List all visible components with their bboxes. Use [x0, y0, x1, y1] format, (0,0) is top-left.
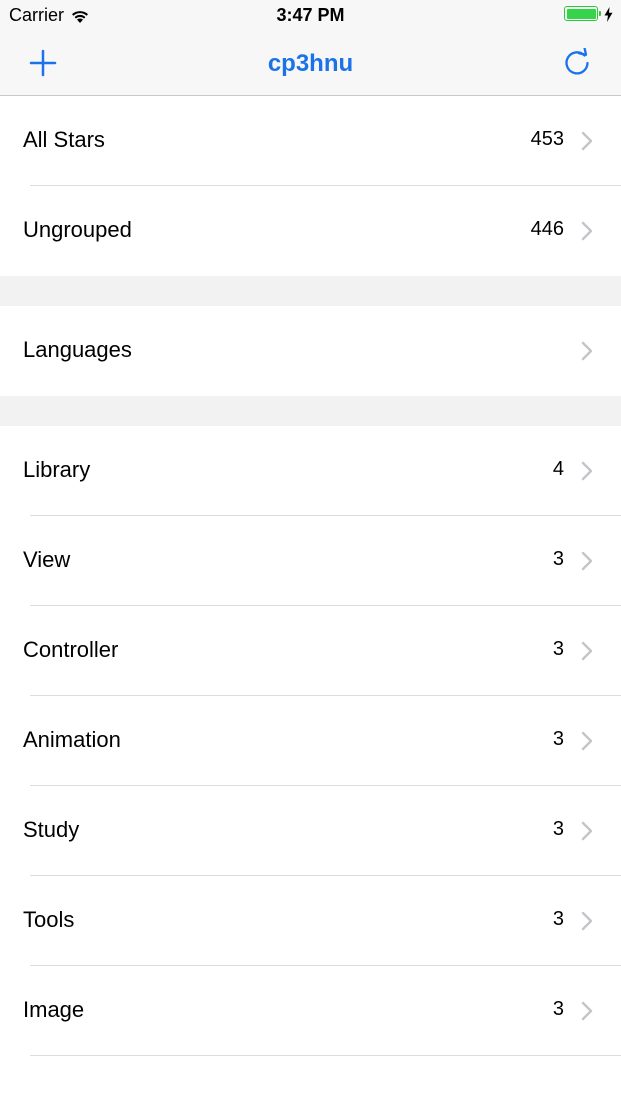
- list-item-label: Tools: [23, 907, 75, 932]
- list-item-label: Languages: [23, 337, 132, 362]
- list-item-label: Ungrouped: [23, 217, 132, 242]
- list-item[interactable]: All Stars 453: [0, 96, 621, 186]
- chevron-right-icon: [581, 731, 593, 751]
- groups-list: All Stars 453 Ungrouped 446 Languages Library…: [0, 96, 621, 1056]
- list-item[interactable]: Ungrouped 446: [0, 186, 621, 276]
- list-item-label: All Stars: [23, 127, 105, 152]
- refresh-button[interactable]: [562, 47, 592, 78]
- row-separator: [30, 1055, 621, 1056]
- list-item-count: 3: [552, 728, 564, 750]
- list-item-label: Library: [23, 457, 91, 482]
- list-item-count: 3: [552, 998, 564, 1020]
- list-item[interactable]: Image 3: [0, 966, 621, 1056]
- chevron-right-icon: [581, 821, 593, 841]
- list-item-count: 3: [552, 638, 564, 660]
- chevron-right-icon: [581, 461, 593, 481]
- chevron-right-icon: [581, 641, 593, 661]
- list-item-count: 3: [552, 818, 564, 840]
- chevron-right-icon: [581, 551, 593, 571]
- chevron-right-icon: [581, 911, 593, 931]
- battery-tip: [599, 11, 601, 16]
- list-item[interactable]: Tools 3: [0, 876, 621, 966]
- battery-icon: [564, 6, 598, 21]
- list-item[interactable]: View 3: [0, 516, 621, 606]
- section-spacer: [0, 276, 621, 306]
- bolt-icon: [604, 6, 613, 22]
- list-item[interactable]: Controller 3: [0, 606, 621, 696]
- list-item-count: 3: [552, 548, 564, 570]
- chevron-right-icon: [581, 221, 593, 241]
- list-item-count: 453: [530, 128, 564, 150]
- list-item-label: View: [23, 547, 71, 572]
- status-time: 3:47 PM: [276, 5, 345, 25]
- list-item-label: Controller: [23, 637, 119, 662]
- status-right: [564, 6, 613, 22]
- list-item[interactable]: Languages: [0, 306, 621, 396]
- list-item-label: Study: [23, 817, 80, 842]
- list-item[interactable]: Animation 3: [0, 696, 621, 786]
- chevron-right-icon: [581, 341, 593, 361]
- list-item-count: 446: [530, 218, 564, 240]
- status-bar: Carrier 3:47 PM: [0, 0, 621, 32]
- section-spacer: [0, 396, 621, 426]
- list-item[interactable]: Study 3: [0, 786, 621, 876]
- list-item[interactable]: Library 4: [0, 426, 621, 516]
- battery-fill: [566, 8, 596, 19]
- list-item-count: 3: [552, 908, 564, 930]
- list-item-label: Image: [23, 997, 85, 1022]
- page-title: cp3hnu: [267, 50, 354, 77]
- refresh-icon: [565, 47, 589, 75]
- chevron-right-icon: [581, 131, 593, 151]
- chevron-right-icon: [581, 1001, 593, 1021]
- list-item-label: Animation: [23, 727, 121, 752]
- list-item-count: 4: [552, 458, 564, 480]
- navigation-bar: cp3hnu: [0, 32, 621, 96]
